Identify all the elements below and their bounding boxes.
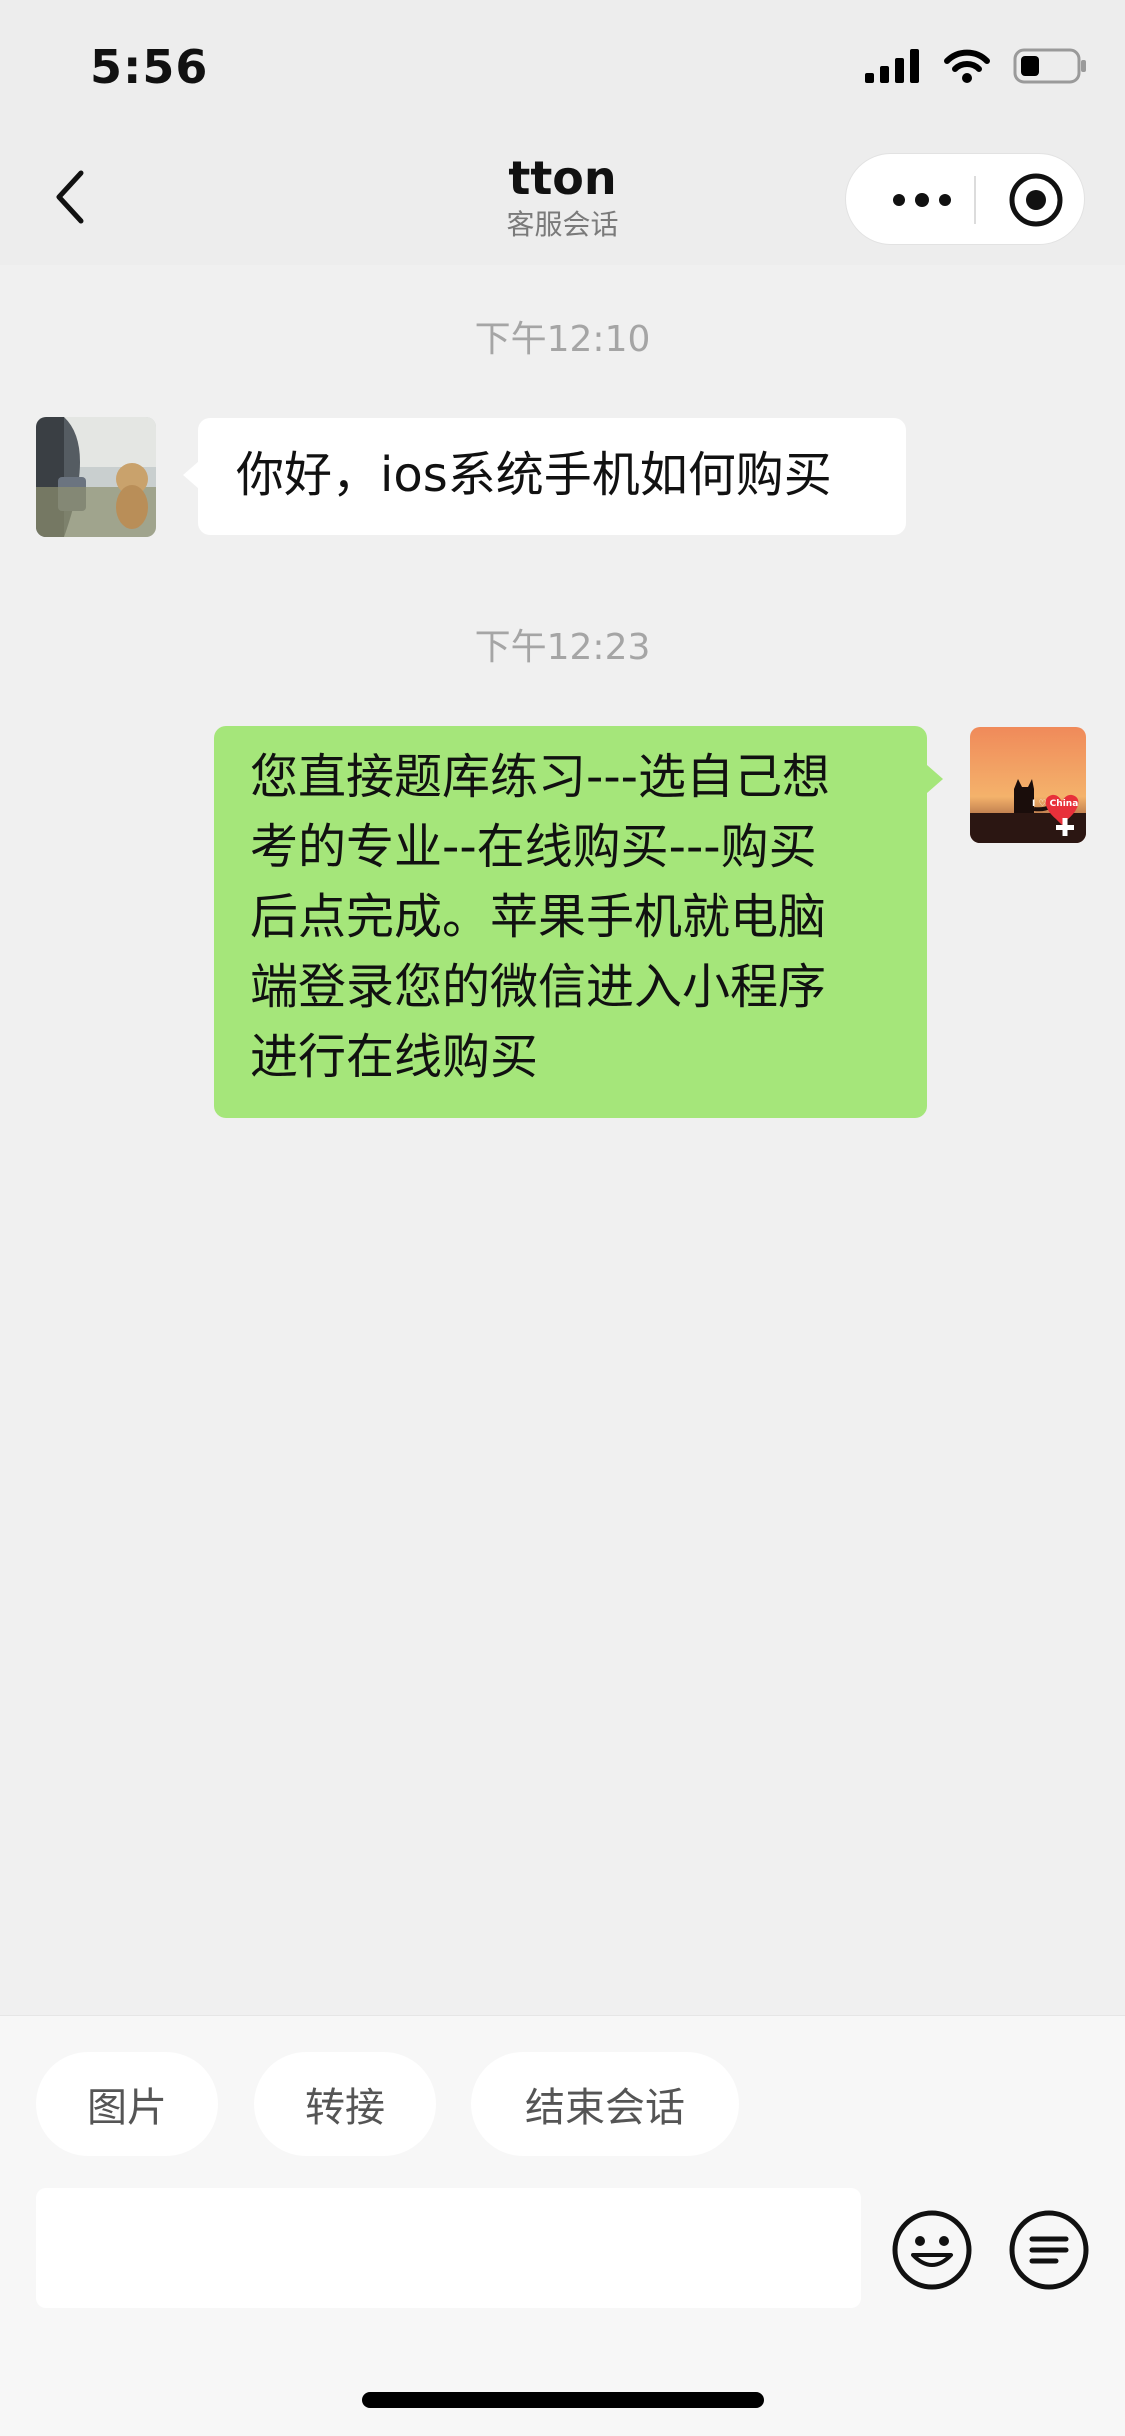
- menu-button[interactable]: [1008, 2209, 1090, 2291]
- battery-icon: [1013, 48, 1086, 84]
- home-indicator[interactable]: [362, 2392, 764, 2408]
- close-miniprogram-icon: [1009, 173, 1063, 227]
- quick-action-image[interactable]: 图片: [36, 2052, 218, 2156]
- avatar-photo-icon: [36, 417, 156, 537]
- avatar-caption: I ♡ China: [1032, 799, 1079, 809]
- nav-bar: tton 客服会话: [0, 135, 1125, 265]
- timestamp: 下午12:23: [474, 627, 651, 668]
- status-bar: 5:56: [0, 0, 1125, 135]
- message-text: 你好，ios系统手机如何购买: [236, 447, 832, 503]
- message-line: 考的专业--在线购买---购买: [250, 819, 817, 875]
- wifi-icon: [944, 49, 990, 83]
- capsule-divider: [974, 176, 976, 224]
- message-line: 端登录您的微信进入小程序: [250, 959, 827, 1015]
- bubble-tail: [927, 765, 943, 793]
- signal-icon: [865, 49, 919, 83]
- bubble-tail: [183, 461, 199, 489]
- quick-action-end-session[interactable]: 结束会话: [471, 2052, 739, 2156]
- mini-program-capsule: [845, 153, 1085, 245]
- more-button[interactable]: [882, 154, 962, 246]
- message-line: 您直接题库练习---选自己想: [250, 749, 830, 805]
- message-bubble-outgoing[interactable]: 您直接题库练习---选自己想 考的专业--在线购买---购买 后点完成。苹果手机…: [214, 726, 927, 1118]
- message-input[interactable]: [36, 2188, 861, 2308]
- status-time: 5:56: [90, 40, 209, 94]
- self-avatar[interactable]: I ♡ China: [970, 727, 1086, 843]
- contact-avatar[interactable]: [36, 417, 156, 537]
- menu-icon: [1009, 2210, 1089, 2290]
- quick-action-transfer[interactable]: 转接: [254, 2052, 436, 2156]
- message-line: 进行在线购买: [250, 1029, 539, 1085]
- message-line: 后点完成。苹果手机就电脑: [250, 889, 827, 945]
- status-icons: [865, 48, 1087, 84]
- more-dots-icon: [893, 193, 951, 207]
- message-bubble-incoming[interactable]: 你好，ios系统手机如何购买: [198, 418, 906, 535]
- emoji-icon: [892, 2210, 972, 2290]
- timestamp: 下午12:10: [474, 319, 651, 360]
- avatar-sunset-cat-icon: [970, 727, 1086, 843]
- bottom-panel: 图片 转接 结束会话: [0, 2015, 1125, 2436]
- close-miniprogram-button[interactable]: [996, 154, 1076, 246]
- chat-area[interactable]: 下午12:10 你好，ios系统手机如何购买 下午12:23 您直接题库练习--…: [0, 265, 1125, 2015]
- emoji-button[interactable]: [891, 2209, 973, 2291]
